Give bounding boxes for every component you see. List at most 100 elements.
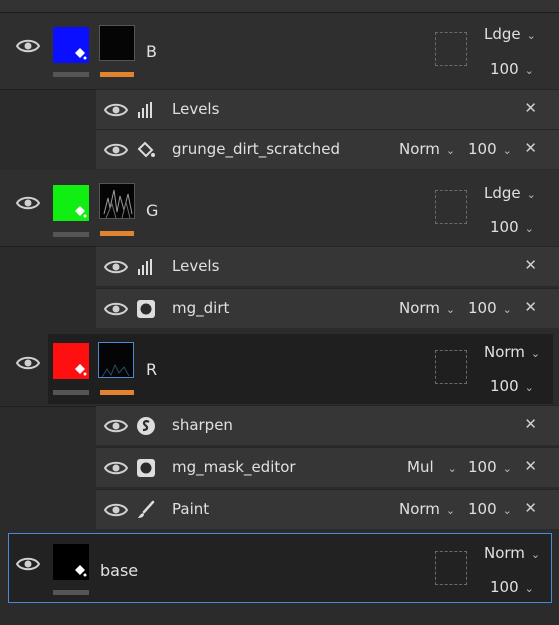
mask-generator-icon	[137, 300, 155, 318]
effect-name: mg_dirt	[172, 299, 230, 317]
chevron-down-icon: ⌄	[526, 29, 536, 42]
layer-color-thumbnail[interactable]	[53, 544, 89, 580]
mask-swatch	[100, 390, 134, 395]
effect-name: sharpen	[172, 416, 233, 434]
close-icon[interactable]: ✕	[524, 457, 537, 475]
blend-mode-dropdown[interactable]: Norm ⌄	[484, 343, 540, 361]
effect-row-paint[interactable]: Paint Norm ⌄ 100 ⌄ ✕	[96, 489, 559, 529]
mask-thumbnail[interactable]	[98, 342, 134, 378]
layer-name[interactable]: R	[146, 360, 157, 379]
effect-name: Levels	[172, 257, 220, 275]
layer-name[interactable]: B	[146, 42, 157, 61]
layer-color-thumbnail[interactable]	[53, 185, 89, 221]
chevron-down-icon: ⌄	[447, 462, 457, 475]
effect-row-mg-dirt[interactable]: mg_dirt Norm ⌄ 100 ⌄ ✕	[96, 288, 559, 328]
close-icon[interactable]: ✕	[524, 256, 537, 274]
chevron-down-icon: ⌄	[524, 582, 534, 595]
close-icon[interactable]: ✕	[524, 99, 537, 117]
eye-icon[interactable]	[16, 355, 40, 371]
effect-row-levels[interactable]: Levels ✕	[96, 246, 559, 286]
eye-icon[interactable]	[16, 195, 40, 211]
layer-swatch	[53, 232, 89, 237]
mask-thumbnail[interactable]	[99, 183, 135, 219]
fill-bucket-icon	[75, 48, 87, 60]
grunge-texture	[103, 189, 133, 218]
chevron-down-icon: ⌄	[445, 504, 456, 517]
eye-icon[interactable]	[16, 38, 40, 54]
effect-name: Levels	[172, 100, 220, 118]
opacity-dropdown[interactable]: 100 ⌄	[490, 377, 534, 395]
eye-icon[interactable]	[16, 556, 40, 572]
blend-mode-dropdown[interactable]: Mul ⌄	[407, 458, 457, 476]
eye-icon[interactable]	[104, 301, 128, 317]
layer-placeholder	[435, 551, 467, 585]
blend-mode-dropdown[interactable]: Ldge ⌄	[484, 25, 536, 43]
layer-swatch	[53, 390, 89, 395]
mask-texture	[101, 363, 130, 377]
blend-mode-dropdown[interactable]: Norm ⌄	[399, 140, 455, 158]
blend-mode-dropdown[interactable]: Norm ⌄	[399, 299, 455, 317]
eye-icon[interactable]	[104, 418, 128, 434]
opacity-dropdown[interactable]: 100 ⌄	[468, 458, 512, 476]
brush-icon	[138, 500, 155, 518]
fill-bucket-icon	[75, 364, 87, 376]
effect-name: grunge_dirt_scratched	[172, 140, 340, 158]
chevron-down-icon: ⌄	[502, 303, 512, 316]
chevron-down-icon: ⌄	[445, 303, 456, 316]
layer-color-thumbnail[interactable]	[53, 343, 89, 379]
chevron-down-icon: ⌄	[530, 548, 541, 561]
chevron-down-icon: ⌄	[530, 347, 541, 360]
close-icon[interactable]: ✕	[524, 499, 537, 517]
effect-row-sharpen[interactable]: sharpen ✕	[96, 405, 559, 445]
levels-icon	[138, 259, 152, 275]
mask-generator-icon	[137, 459, 155, 477]
chevron-down-icon: ⌄	[502, 144, 512, 157]
mask-thumbnail[interactable]	[99, 25, 135, 61]
chevron-down-icon: ⌄	[524, 222, 534, 235]
blend-mode-dropdown[interactable]: Ldge ⌄	[484, 184, 536, 202]
opacity-dropdown[interactable]: 100 ⌄	[490, 578, 534, 596]
fill-bucket-icon	[75, 206, 87, 218]
layer-name[interactable]: G	[146, 201, 158, 220]
eye-icon[interactable]	[104, 502, 128, 518]
mask-swatch	[100, 231, 134, 236]
eye-icon[interactable]	[104, 102, 128, 118]
opacity-dropdown[interactable]: 100 ⌄	[490, 60, 534, 78]
layer-base-selected[interactable]	[8, 533, 552, 603]
panel-top-edge	[0, 0, 559, 13]
effect-row-levels[interactable]: Levels ✕	[96, 89, 559, 129]
effect-row-grunge-dirt-scratched[interactable]: grunge_dirt_scratched Norm ⌄ 100 ⌄ ✕	[96, 129, 559, 169]
close-icon[interactable]: ✕	[524, 139, 537, 157]
eye-icon[interactable]	[104, 460, 128, 476]
fill-bucket-icon	[137, 141, 155, 158]
eye-icon[interactable]	[104, 259, 128, 275]
sharpen-icon	[137, 417, 155, 435]
close-icon[interactable]: ✕	[524, 415, 537, 433]
layer-swatch	[53, 72, 89, 77]
blend-mode-dropdown[interactable]: Norm ⌄	[399, 500, 455, 518]
chevron-down-icon: ⌄	[445, 144, 456, 157]
chevron-down-icon: ⌄	[524, 64, 534, 77]
layer-color-thumbnail[interactable]	[53, 27, 89, 63]
opacity-dropdown[interactable]: 100 ⌄	[468, 299, 512, 317]
effect-name: mg_mask_editor	[172, 458, 296, 476]
opacity-dropdown[interactable]: 100 ⌄	[468, 140, 512, 158]
chevron-down-icon: ⌄	[502, 504, 512, 517]
close-icon[interactable]: ✕	[524, 298, 537, 316]
mask-swatch	[100, 72, 134, 77]
fill-bucket-icon	[75, 565, 87, 577]
layer-swatch	[53, 590, 89, 595]
levels-icon	[138, 102, 152, 118]
layer-placeholder	[435, 32, 467, 66]
layer-name[interactable]: base	[100, 561, 138, 580]
layer-placeholder	[435, 190, 467, 224]
opacity-dropdown[interactable]: 100 ⌄	[490, 218, 534, 236]
effect-name: Paint	[172, 500, 210, 518]
chevron-down-icon: ⌄	[502, 462, 512, 475]
blend-mode-dropdown[interactable]: Norm ⌄	[484, 544, 540, 562]
effect-row-mg-mask-editor[interactable]: mg_mask_editor Mul ⌄ 100 ⌄ ✕	[96, 447, 559, 487]
opacity-dropdown[interactable]: 100 ⌄	[468, 500, 512, 518]
eye-icon[interactable]	[104, 142, 128, 158]
chevron-down-icon: ⌄	[524, 381, 534, 394]
chevron-down-icon: ⌄	[526, 188, 536, 201]
